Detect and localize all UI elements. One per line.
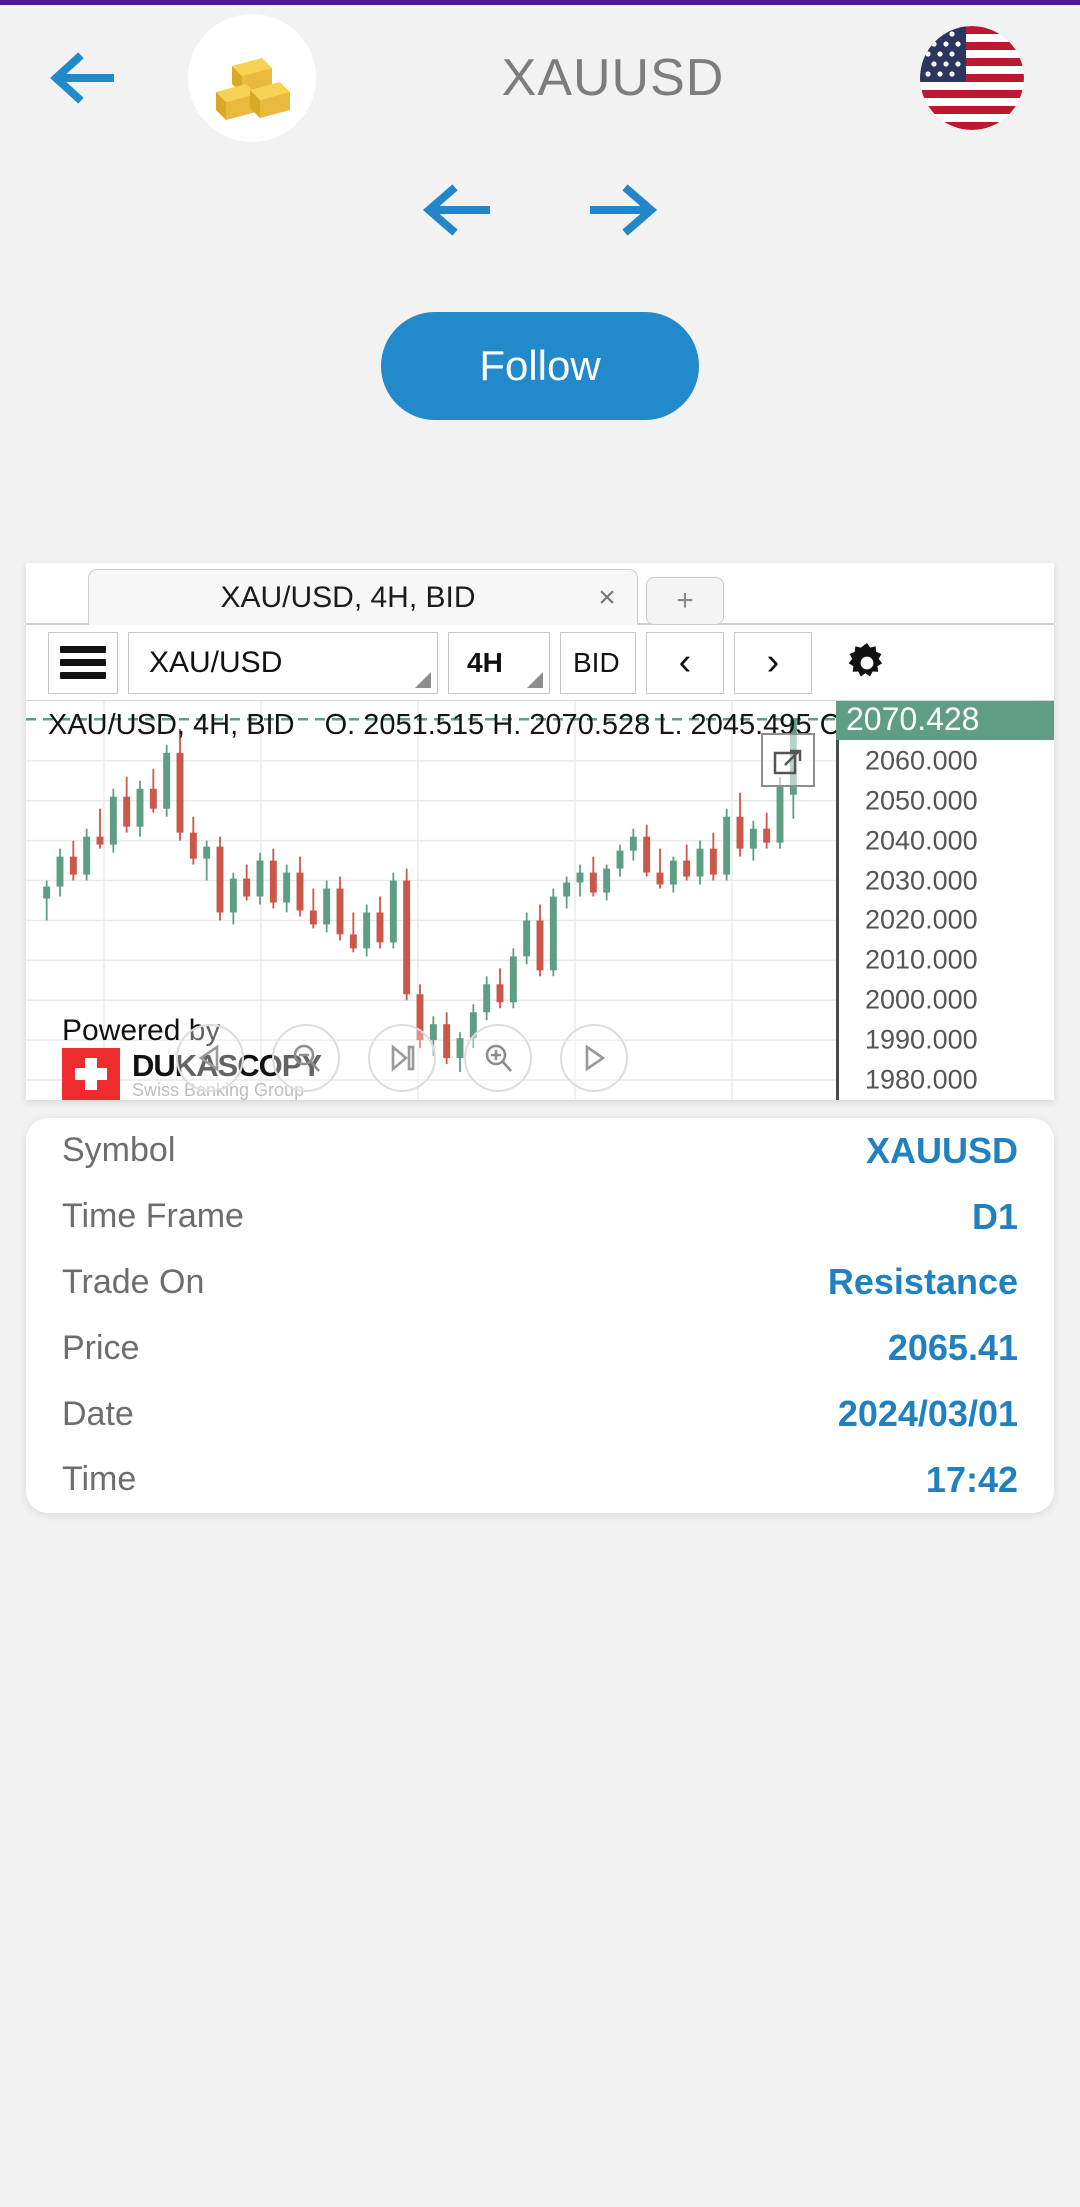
- detail-value: 2024/03/01: [837, 1393, 1018, 1435]
- signal-details-card: Symbol XAUUSD Time Frame D1 Trade On Resistan…: [26, 1118, 1054, 1513]
- price-axis[interactable]: 2060.000 2050.000 2040.000 2030.000 2020.000…: [836, 701, 1054, 1100]
- detail-row: Symbol XAUUSD: [62, 1118, 1018, 1184]
- follow-button[interactable]: Follow: [381, 312, 699, 420]
- price-axis-tick: 2030.000: [865, 865, 978, 896]
- chart-tabbar: XAU/USD, 4H, BID × +: [26, 563, 1054, 625]
- play-to-end-icon: [391, 1044, 415, 1072]
- previous-signal-button[interactable]: [414, 168, 498, 252]
- price-axis-tick: 2020.000: [865, 904, 978, 935]
- chart-plot-area[interactable]: XAU/USD, 4H, BID O. 2051.515 H. 2070.528…: [26, 701, 1054, 1100]
- magnifier-plus-icon: [485, 1044, 512, 1072]
- price-axis-tick: 2060.000: [865, 745, 978, 776]
- us-flag-icon: [920, 25, 1024, 130]
- current-price-badge: 2070.428: [836, 701, 1054, 741]
- timeframe-selector[interactable]: 4H: [448, 631, 550, 694]
- play-icon: [585, 1044, 606, 1072]
- chart-tab-close-icon[interactable]: ×: [577, 581, 637, 615]
- hamburger-icon: [60, 640, 106, 685]
- detail-value: XAUUSD: [865, 1129, 1018, 1171]
- arrow-left-icon: [422, 184, 490, 236]
- magnifier-minus-icon: [293, 1044, 320, 1072]
- chevron-down-icon: [415, 671, 431, 688]
- detail-label: Price: [62, 1328, 140, 1367]
- swiss-flag-icon: [62, 1048, 120, 1100]
- arrow-right-icon: [590, 184, 658, 236]
- arrow-left-icon: [50, 51, 114, 104]
- chart-menu-button[interactable]: [48, 631, 118, 694]
- price-side-selector[interactable]: BID: [560, 631, 636, 694]
- detail-row: Trade On Resistance: [62, 1250, 1018, 1316]
- zoom-out-button[interactable]: [272, 1024, 340, 1092]
- chart-tab-label: XAU/USD, 4H, BID: [220, 580, 476, 614]
- follow-section: Follow: [0, 270, 1080, 420]
- next-signal-button[interactable]: [582, 168, 666, 252]
- detail-label: Time Frame: [62, 1197, 244, 1236]
- step-forward-button[interactable]: [368, 1024, 436, 1092]
- price-axis-tick: 2050.000: [865, 785, 978, 816]
- page-title: XAUUSD: [501, 48, 725, 107]
- detail-row: Time 17:42: [62, 1447, 1018, 1513]
- page-header: XAUUSD: [0, 5, 1080, 150]
- us-flag-glyph: [920, 25, 1024, 130]
- chart-settings-button[interactable]: [822, 632, 912, 694]
- gold-bars-icon: [188, 13, 316, 142]
- triangle-left-icon: [198, 1044, 219, 1072]
- detail-value: 17:42: [925, 1458, 1018, 1500]
- price-side-label: BID: [573, 646, 620, 678]
- price-axis-tick: 1980.000: [865, 1064, 978, 1095]
- add-tab-button[interactable]: +: [646, 577, 724, 625]
- expand-icon[interactable]: [761, 733, 815, 787]
- signal-navigation: [0, 150, 1080, 270]
- detail-label: Trade On: [62, 1262, 205, 1301]
- chart-widget: XAU/USD, 4H, BID × + XAU/USD 4H BID ‹ ›: [26, 563, 1054, 1100]
- detail-label: Time: [62, 1460, 137, 1499]
- symbol-selector-label: XAU/USD: [149, 645, 283, 679]
- chart-prev-button[interactable]: ‹: [646, 631, 724, 694]
- zoom-in-button[interactable]: [464, 1024, 532, 1092]
- detail-row: Date 2024/03/01: [62, 1381, 1018, 1447]
- price-axis-tick: 2000.000: [865, 984, 978, 1015]
- detail-label: Symbol: [62, 1131, 176, 1170]
- timeframe-selector-label: 4H: [467, 646, 503, 678]
- price-axis-tick: 1990.000: [865, 1024, 978, 1055]
- gear-icon: [848, 642, 883, 676]
- price-axis-tick: 2040.000: [865, 825, 978, 856]
- chart-playback-controls: [176, 1024, 628, 1092]
- back-button[interactable]: [34, 30, 130, 126]
- chart-info-symbol: XAU/USD, 4H, BID: [48, 708, 295, 741]
- play-button[interactable]: [560, 1024, 628, 1092]
- symbol-selector[interactable]: XAU/USD: [128, 631, 438, 694]
- chart-tab[interactable]: XAU/USD, 4H, BID ×: [88, 569, 638, 625]
- detail-value: 2065.41: [887, 1327, 1018, 1369]
- gold-bars-glyph: [216, 57, 290, 120]
- step-back-button[interactable]: [176, 1024, 244, 1092]
- detail-value: Resistance: [827, 1261, 1018, 1303]
- chart-next-button[interactable]: ›: [734, 631, 812, 694]
- chart-toolbar: XAU/USD 4H BID ‹ ›: [26, 625, 1054, 701]
- detail-row: Time Frame D1: [62, 1184, 1018, 1250]
- price-axis-tick: 2010.000: [865, 944, 978, 975]
- detail-label: Date: [62, 1394, 134, 1433]
- chevron-down-icon: [527, 671, 543, 688]
- detail-row: Price 2065.41: [62, 1315, 1018, 1381]
- detail-value: D1: [971, 1195, 1018, 1237]
- expand-arrow-icon: [773, 749, 802, 775]
